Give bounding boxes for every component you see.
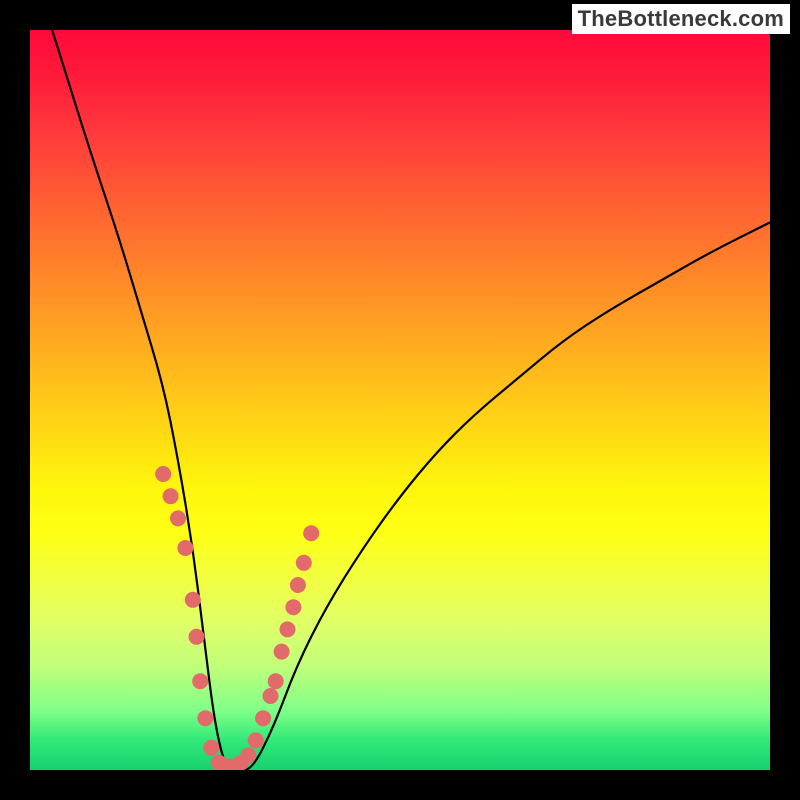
- curve-dot: [285, 599, 301, 615]
- curve-dot: [177, 540, 193, 556]
- curve-dot: [280, 621, 296, 637]
- plot-area: [30, 30, 770, 770]
- curve-dot: [155, 466, 171, 482]
- curve-dot: [296, 555, 312, 571]
- curve-dot: [303, 525, 319, 541]
- curve-dot: [248, 732, 264, 748]
- curve-dot: [203, 740, 219, 756]
- curve-dot: [268, 673, 284, 689]
- brand-label: TheBottleneck.com: [578, 6, 784, 31]
- curve-dot: [274, 644, 290, 660]
- curve-dot: [192, 673, 208, 689]
- bottleneck-curve: [52, 30, 770, 770]
- curve-marker-dots: [155, 466, 319, 770]
- curve-dot: [240, 747, 256, 763]
- brand-watermark: TheBottleneck.com: [572, 4, 790, 34]
- curve-layer: [30, 30, 770, 770]
- curve-dot: [189, 629, 205, 645]
- chart-frame: TheBottleneck.com: [0, 0, 800, 800]
- curve-dot: [263, 688, 279, 704]
- curve-dot: [255, 710, 271, 726]
- curve-dot: [163, 488, 179, 504]
- curve-dot: [170, 510, 186, 526]
- curve-dot: [290, 577, 306, 593]
- curve-dot: [197, 710, 213, 726]
- curve-dot: [185, 592, 201, 608]
